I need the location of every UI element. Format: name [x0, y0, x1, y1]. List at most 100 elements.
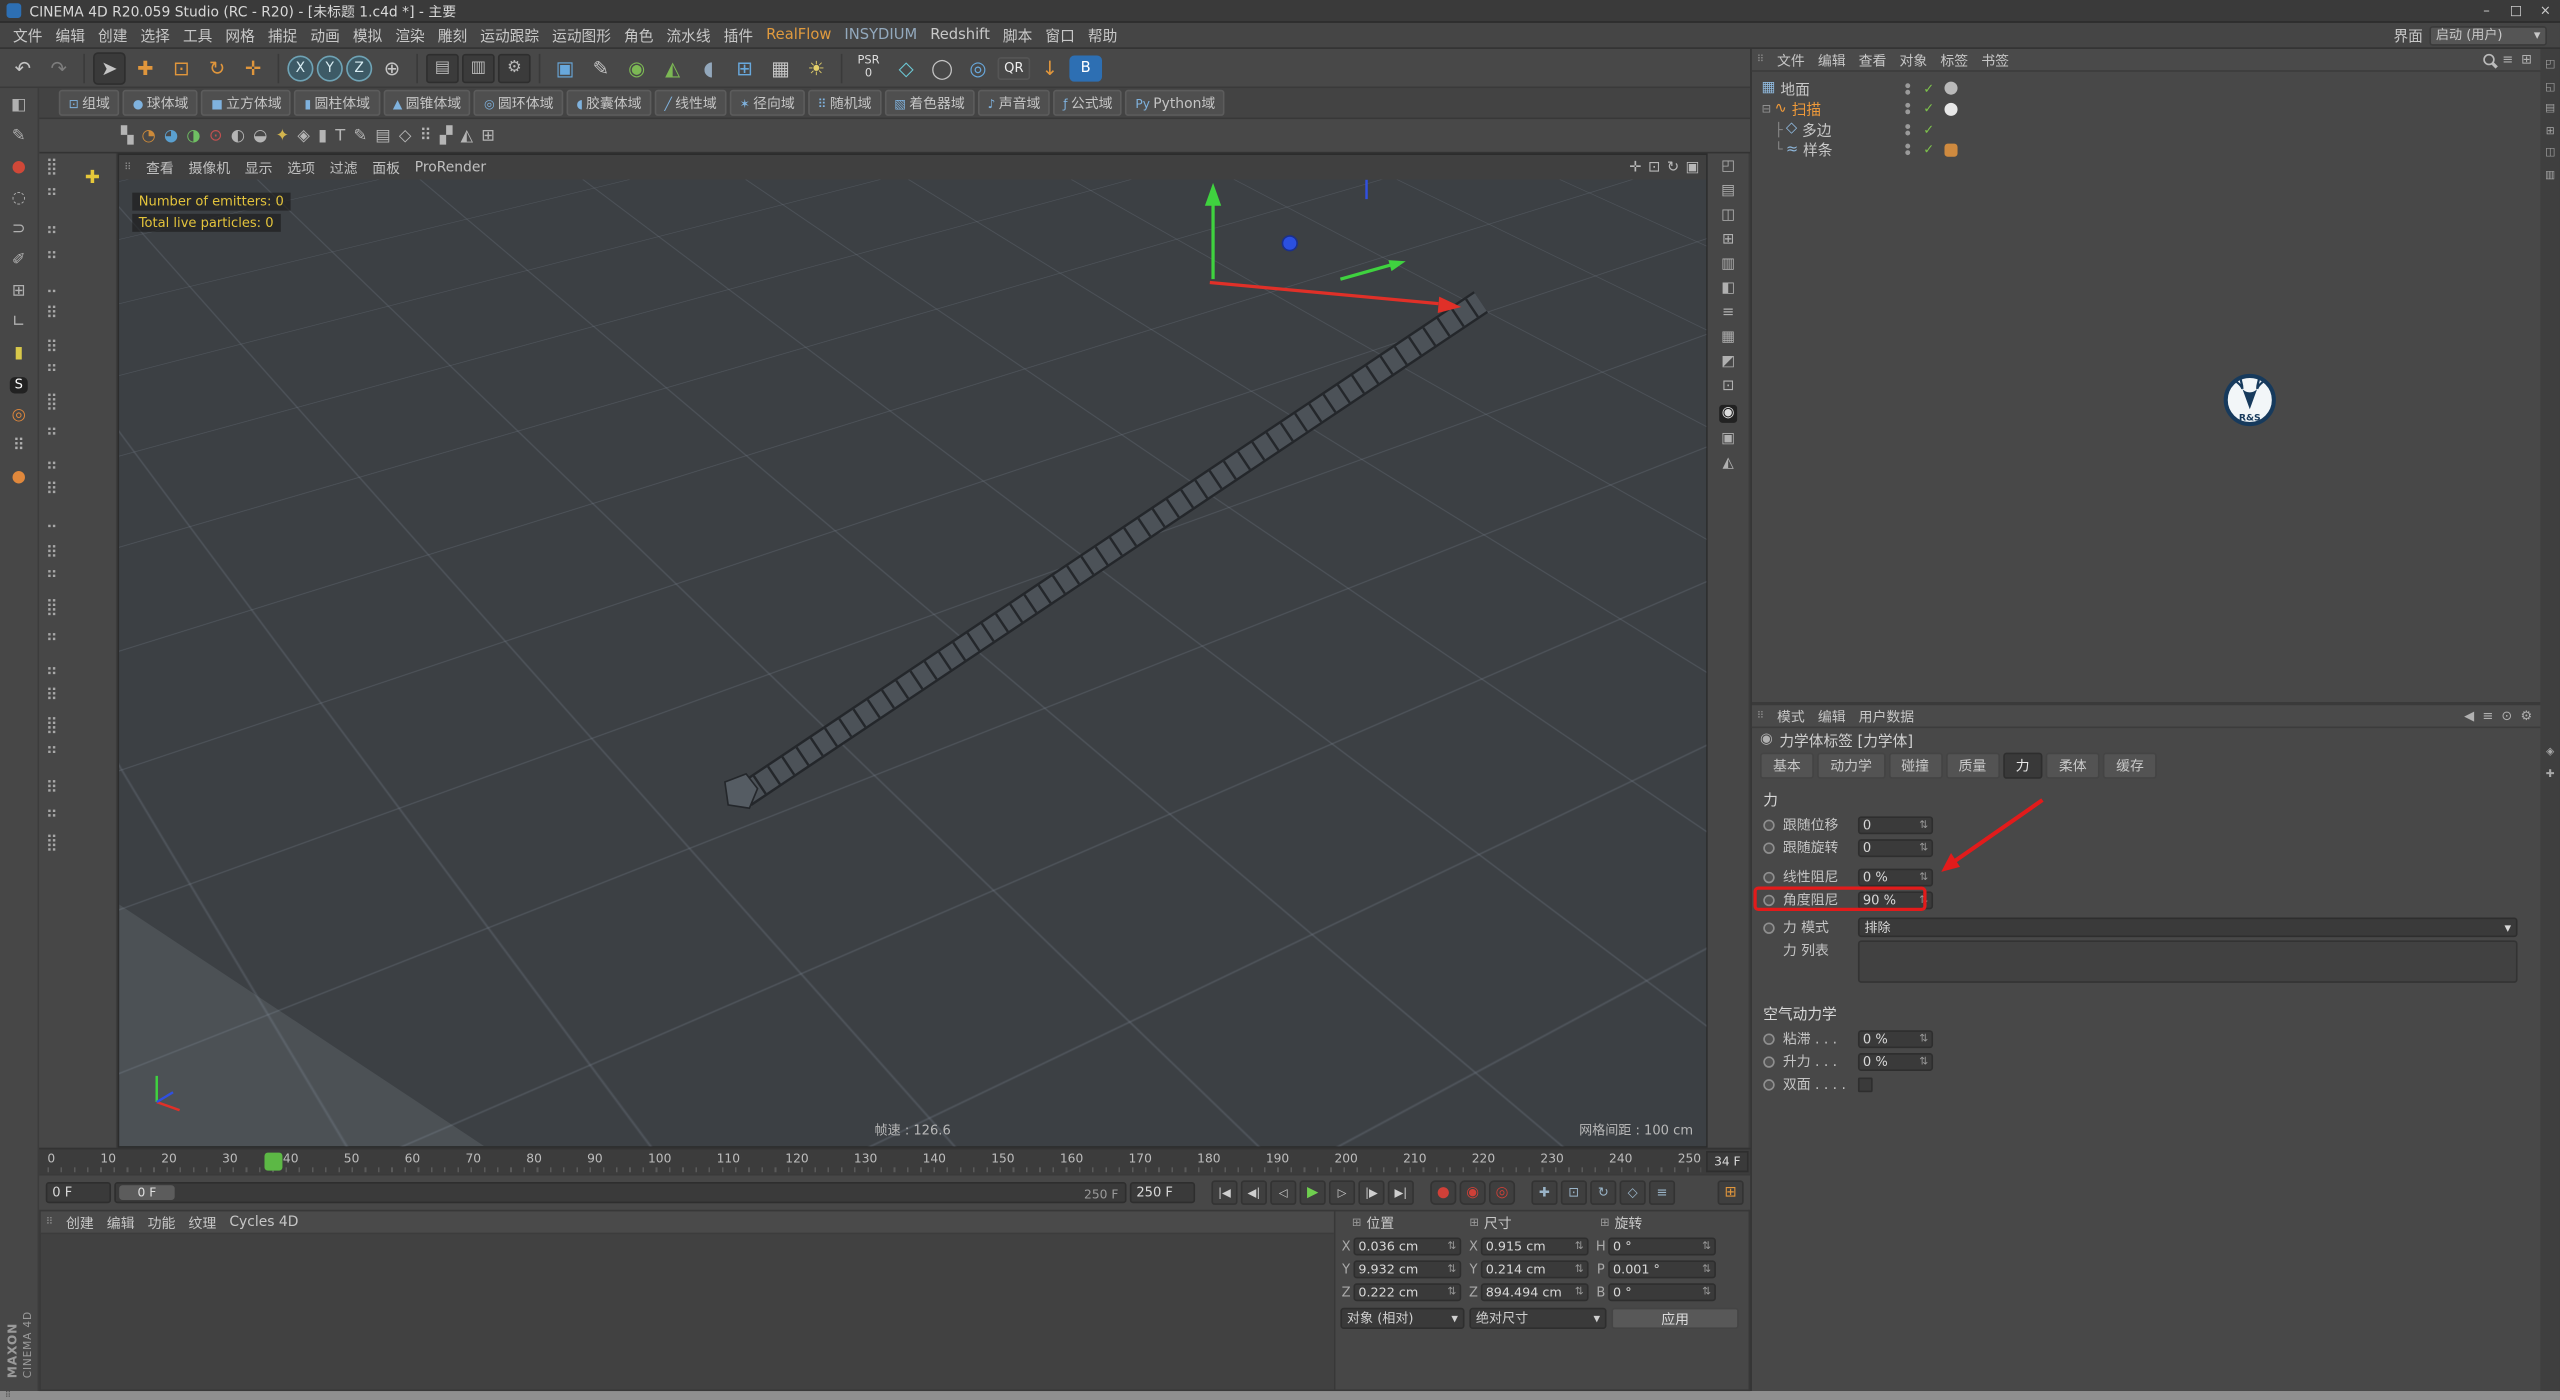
- tool-icon[interactable]: ◔: [142, 127, 156, 145]
- spinner-icon[interactable]: ⇅: [1702, 1239, 1711, 1252]
- angular-damping-field[interactable]: 90 % ⇅: [1858, 891, 1933, 909]
- visibility-dots[interactable]: [1905, 144, 1910, 155]
- visibility-dots[interactable]: [1905, 83, 1910, 94]
- menu-item[interactable]: 网格: [219, 24, 261, 45]
- particle-tool-icon[interactable]: ⣤: [46, 454, 116, 470]
- viewport-menu-options[interactable]: 选项: [281, 158, 322, 178]
- particle-tool-icon[interactable]: ⣿: [46, 395, 116, 411]
- spinner-icon[interactable]: ⇅: [1919, 893, 1928, 906]
- keyframe-dot-icon[interactable]: [1763, 819, 1774, 830]
- menu-item[interactable]: Redshift: [924, 27, 997, 43]
- array-icon[interactable]: ⊞: [728, 51, 761, 84]
- tool-icon[interactable]: T: [335, 127, 345, 145]
- slider-handle[interactable]: 0 F: [119, 1185, 175, 1200]
- tool-icon[interactable]: ✎: [12, 129, 26, 145]
- particle-tool-icon[interactable]: ⠶: [46, 630, 116, 646]
- size-x-field[interactable]: 0.915 cm⇅: [1481, 1237, 1589, 1255]
- rotation-h-field[interactable]: 0 °⇅: [1608, 1237, 1716, 1255]
- tool-icon[interactable]: S: [10, 377, 28, 393]
- mm-menu-create[interactable]: 创建: [59, 1212, 100, 1232]
- rotation-key-icon[interactable]: ↻: [1590, 1180, 1616, 1204]
- render-picture-viewer-button[interactable]: ▥: [462, 53, 495, 82]
- spinner-icon[interactable]: ⇅: [1447, 1262, 1456, 1275]
- view-mode-icon[interactable]: ⊞: [2521, 52, 2532, 67]
- particle-tool-icon[interactable]: ⠿: [46, 689, 116, 705]
- zoom-view-icon[interactable]: ⊡: [1648, 159, 1660, 175]
- command-icon[interactable]: ▦: [1721, 331, 1735, 346]
- sweep-nurbs-icon[interactable]: ◭: [656, 51, 689, 84]
- menu-item[interactable]: 角色: [617, 24, 659, 45]
- menu-item[interactable]: 窗口: [1039, 24, 1081, 45]
- particle-tool-icon[interactable]: ⣿: [46, 718, 116, 734]
- light-icon[interactable]: ☀: [800, 51, 833, 84]
- tool-icon[interactable]: ◌: [12, 191, 26, 207]
- pan-view-icon[interactable]: ✛: [1629, 159, 1641, 175]
- visibility-dots[interactable]: [1905, 103, 1910, 114]
- tab-mass[interactable]: 质量: [1945, 753, 1999, 779]
- tool-icon[interactable]: ▚: [121, 127, 134, 145]
- spinner-icon[interactable]: ⇅: [1919, 1032, 1928, 1045]
- tab-force[interactable]: 力: [2003, 753, 2043, 779]
- tool-icon[interactable]: ●: [12, 470, 26, 486]
- spinner-icon[interactable]: ⇅: [1575, 1262, 1584, 1275]
- menu-item[interactable]: 脚本: [996, 24, 1038, 45]
- b-plugin-button[interactable]: B: [1069, 55, 1102, 81]
- particle-tool-icon[interactable]: ⣶: [46, 542, 116, 558]
- spinner-icon[interactable]: ⇅: [1919, 841, 1928, 854]
- field-button[interactable]: ▧ 着色器域: [885, 90, 975, 116]
- scale-tool-icon[interactable]: ⊡: [165, 51, 198, 84]
- rings-icon[interactable]: ◎: [962, 51, 995, 84]
- field-button[interactable]: ◎ 圆环体域: [474, 90, 563, 116]
- object-row-spline[interactable]: └ ≈ 样条 ✓: [1752, 140, 2541, 160]
- position-y-field[interactable]: 9.932 cm⇅: [1353, 1260, 1461, 1278]
- particle-tool-icon[interactable]: ⣤: [46, 219, 116, 235]
- particle-tool-icon[interactable]: ⣿: [46, 836, 116, 852]
- play-button[interactable]: ▶: [1300, 1180, 1326, 1204]
- keyframe-dot-icon[interactable]: [1763, 1056, 1774, 1067]
- download-icon[interactable]: ↓: [1033, 51, 1066, 84]
- field-button[interactable]: Py Python域: [1126, 90, 1225, 116]
- enable-check-icon[interactable]: ✓: [1923, 81, 1934, 96]
- timeline-ruler[interactable]: 0102030405060708090100110120130140150160…: [39, 1148, 1750, 1174]
- field-button[interactable]: ⊡ 组域: [59, 90, 120, 116]
- tool-icon[interactable]: ⠿: [420, 127, 432, 145]
- particle-tool-icon[interactable]: ⠛: [46, 571, 116, 587]
- tool-icon[interactable]: ▞: [440, 127, 453, 145]
- mm-menu-function[interactable]: 功能: [141, 1212, 182, 1232]
- tab-cache[interactable]: 缓存: [2103, 753, 2157, 779]
- field-button[interactable]: ╱ 线性域: [655, 90, 727, 116]
- object-row-sweep[interactable]: ⊟ ∿ 扫描 ✓: [1752, 99, 2541, 119]
- select-tool-icon[interactable]: ➤: [93, 51, 126, 84]
- object-label[interactable]: 扫描: [1792, 98, 1821, 119]
- enable-check-icon[interactable]: ✓: [1923, 122, 1934, 137]
- spline-tag-icon[interactable]: [1944, 143, 1957, 156]
- floor-icon[interactable]: ▦: [764, 51, 797, 84]
- particle-tool-icon[interactable]: ⠶: [46, 807, 116, 823]
- viscosity-field[interactable]: 0 % ⇅: [1858, 1029, 1933, 1047]
- command-icon[interactable]: ◰: [1721, 160, 1735, 175]
- maximize-button[interactable]: □: [2501, 0, 2530, 21]
- next-key-button[interactable]: |▶: [1358, 1180, 1384, 1204]
- goto-start-button[interactable]: |◀: [1211, 1180, 1237, 1204]
- tool-icon[interactable]: ◎: [12, 408, 26, 424]
- last-tool-icon[interactable]: ✛: [237, 51, 270, 84]
- dock-icon[interactable]: ◱: [2545, 81, 2555, 92]
- om-menu-bookmark[interactable]: 书签: [1975, 50, 2016, 70]
- field-button[interactable]: ▮ 圆柱体域: [295, 90, 380, 116]
- menu-item[interactable]: 渲染: [389, 24, 431, 45]
- goto-end-button[interactable]: ▶|: [1388, 1180, 1414, 1204]
- phong-tag-icon[interactable]: [1944, 82, 1957, 95]
- command-icon[interactable]: ◫: [1721, 209, 1735, 224]
- tab-dynamics[interactable]: 动力学: [1817, 753, 1885, 779]
- menu-item[interactable]: 运动图形: [546, 24, 618, 45]
- panel-menu-icon[interactable]: ⠿: [124, 162, 131, 173]
- size-y-field[interactable]: 0.214 cm⇅: [1481, 1260, 1589, 1278]
- keyframe-dot-icon[interactable]: [1763, 894, 1774, 905]
- mm-menu-texture[interactable]: 纹理: [182, 1212, 223, 1232]
- dock-icon[interactable]: ◫: [2545, 147, 2555, 158]
- object-row-ground[interactable]: ▦ 地面 ✓: [1752, 78, 2541, 98]
- keyframe-dot-icon[interactable]: [1763, 1033, 1774, 1044]
- panel-menu-icon[interactable]: ⠿: [46, 1216, 53, 1227]
- apply-button[interactable]: 应用: [1611, 1308, 1738, 1329]
- size-z-field[interactable]: 894.494 cm⇅: [1481, 1282, 1589, 1300]
